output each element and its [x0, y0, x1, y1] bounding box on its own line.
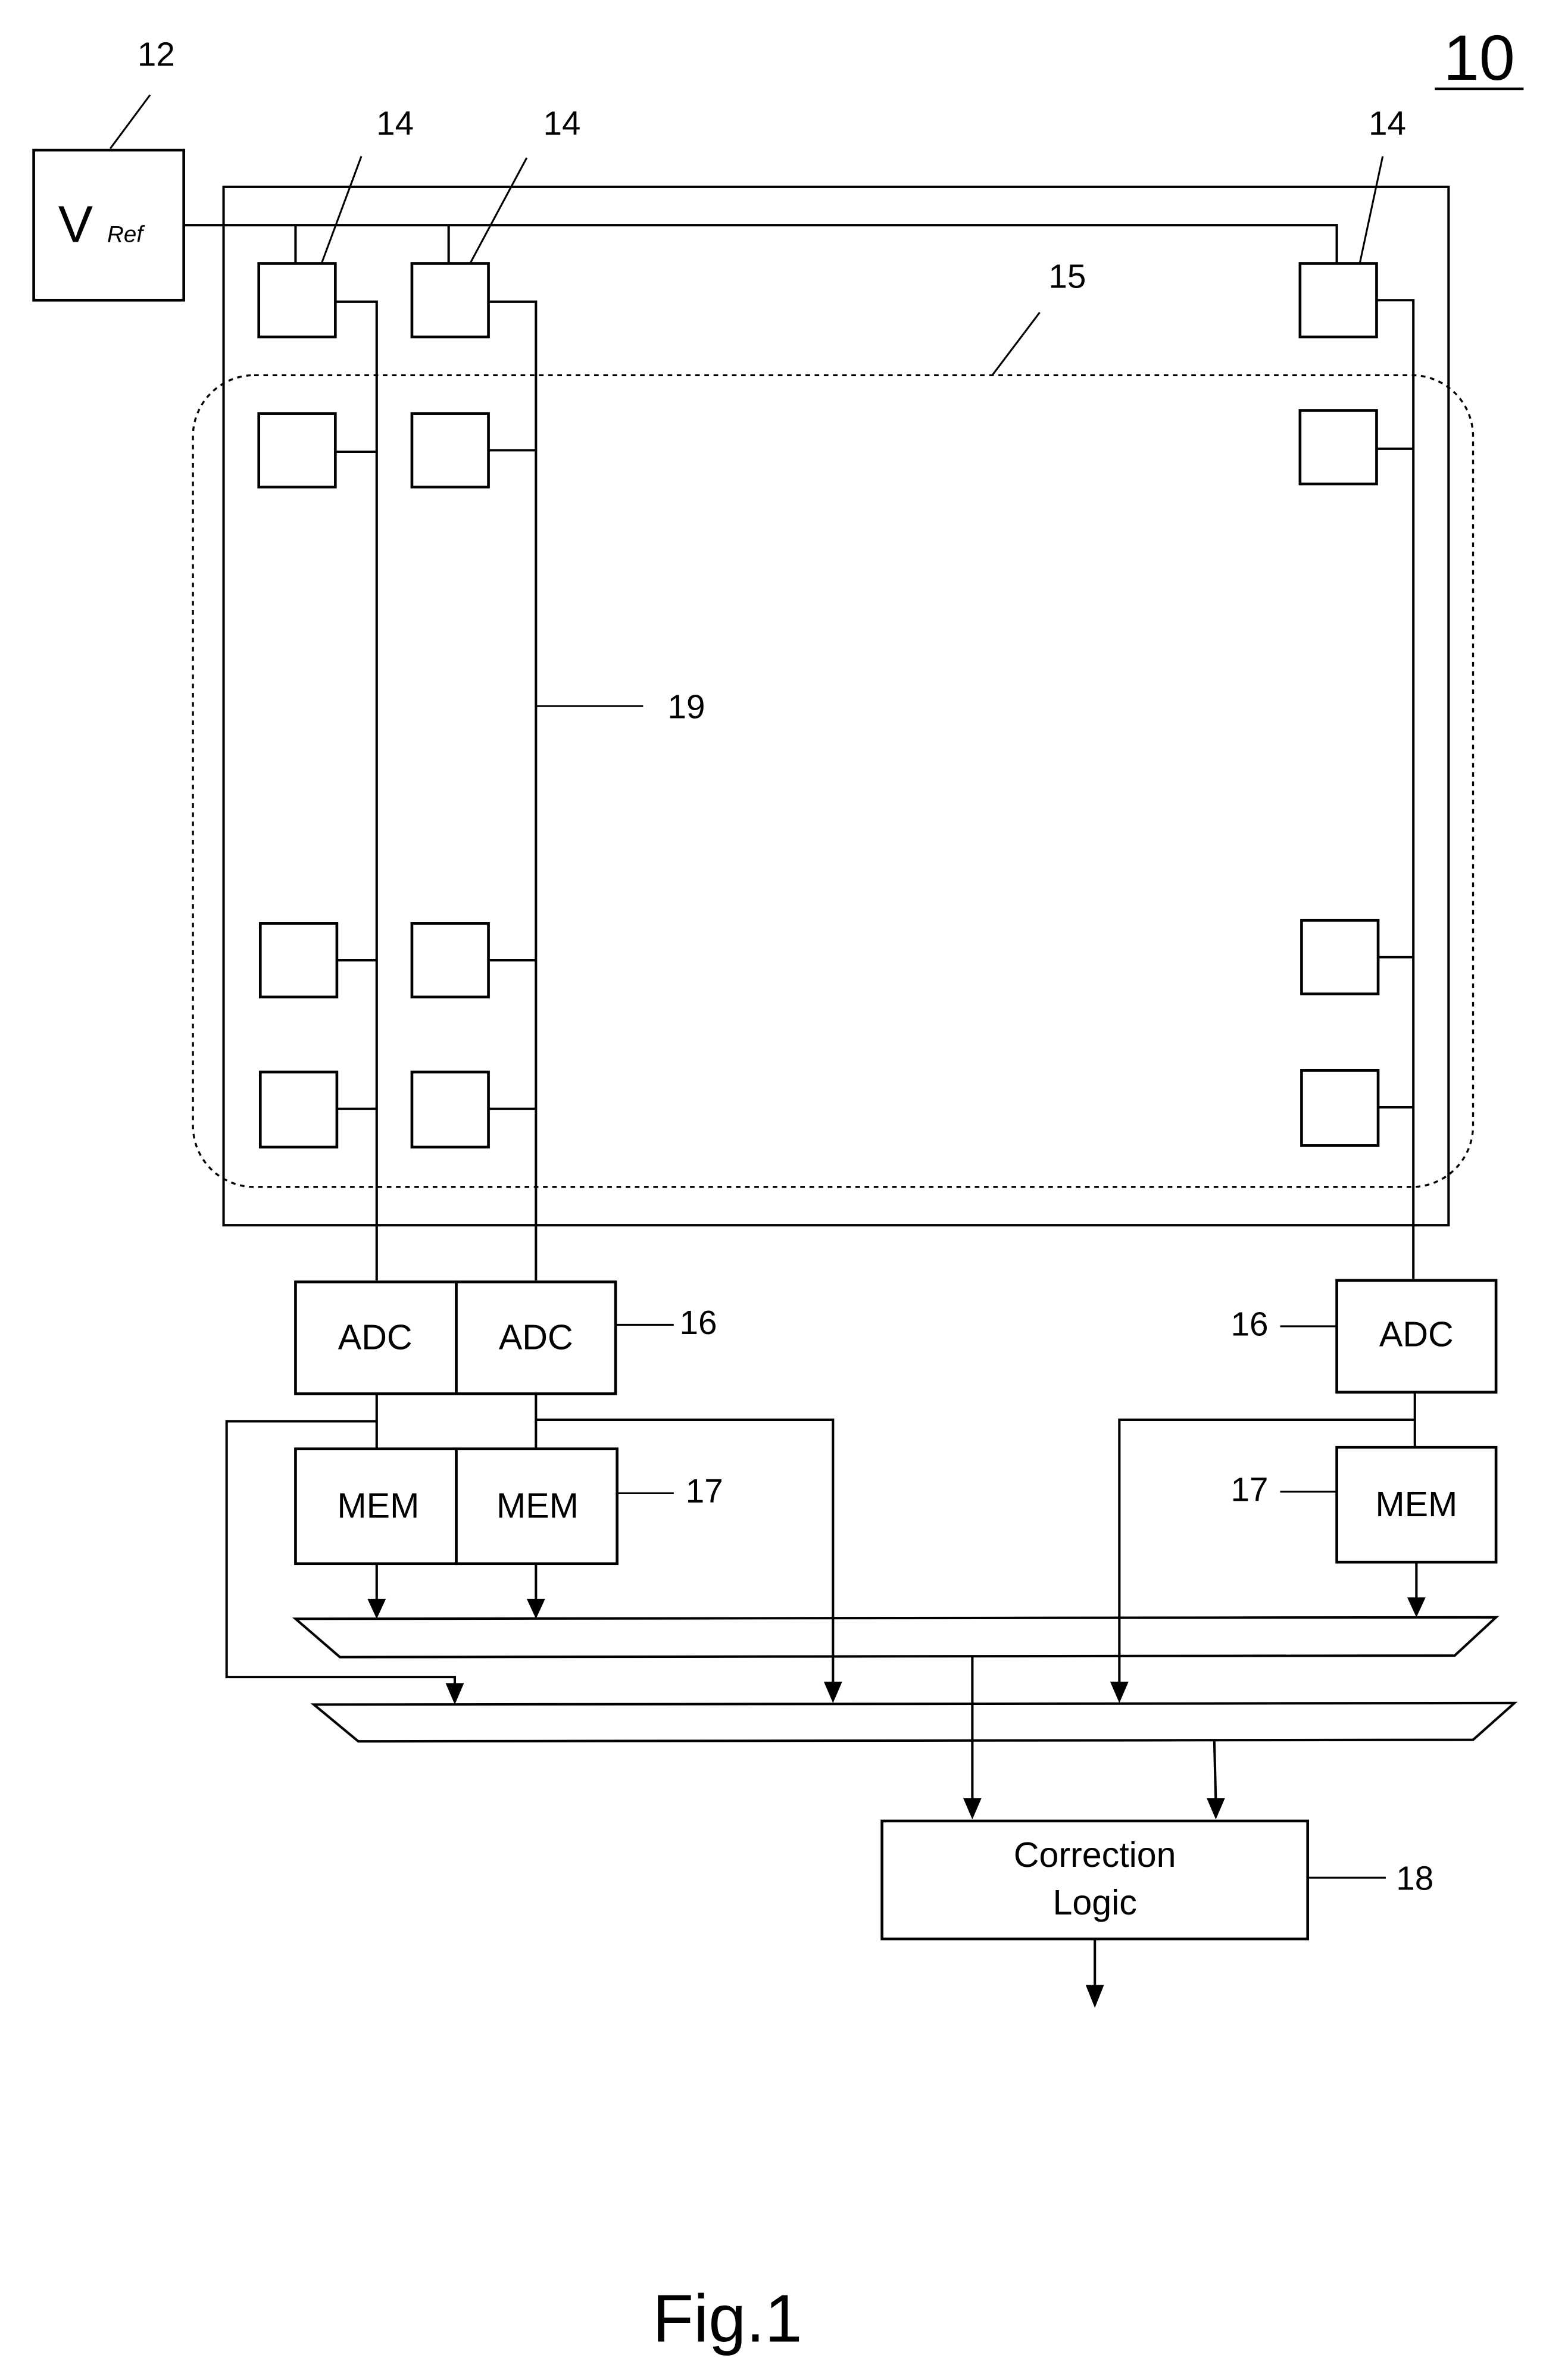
mux-adc-output	[1213, 1739, 1217, 1801]
ref-numeral-15: 15	[1048, 258, 1086, 295]
adc-block-right: ADC 16	[1231, 1279, 1498, 1394]
ref-numeral-17-b: 17	[1231, 1470, 1269, 1508]
mem-label-1: MEM	[337, 1486, 419, 1526]
adc-label-1: ADC	[338, 1317, 413, 1357]
vref-block: V Ref 12	[32, 36, 185, 302]
arrow-down-icon	[1085, 1985, 1104, 2008]
arrow-down-icon	[445, 1683, 464, 1705]
mem-block-left: MEM MEM 17	[294, 1447, 723, 1566]
ref-numeral-19: 19	[668, 688, 705, 726]
ref-numeral-18: 18	[1396, 1860, 1433, 1897]
pixel-cell	[258, 1070, 339, 1149]
correction-logic-block: Correction Logic 18	[880, 1819, 1433, 1941]
reference-cell-n	[1298, 262, 1378, 339]
mem-label-2: MEM	[496, 1486, 579, 1526]
pixel-cell	[1300, 919, 1380, 996]
ref-numeral-14-c: 14	[1369, 104, 1406, 142]
pixel-cell	[1298, 409, 1378, 486]
pixel-cell	[1300, 1069, 1380, 1147]
pixel-cell	[410, 1070, 490, 1149]
arrow-down-icon	[1110, 1681, 1129, 1703]
ref-numeral-16-b: 16	[1231, 1305, 1269, 1342]
multiplexer-memory	[292, 1616, 1500, 1658]
figure-number-text: 10	[1444, 21, 1515, 93]
adc-label-2: ADC	[499, 1317, 573, 1357]
sensor-frame	[222, 185, 1450, 1227]
correction-logic-line1: Correction	[1014, 1835, 1176, 1875]
pixel-cell	[258, 922, 339, 999]
leader-14-b	[469, 157, 528, 264]
leader-15	[991, 311, 1041, 376]
figure-caption: Fig.1	[652, 2281, 802, 2356]
adc-label-n: ADC	[1379, 1314, 1454, 1354]
ref-numeral-14-a: 14	[376, 104, 414, 142]
ref-numeral-17-a: 17	[686, 1472, 723, 1510]
ref-numeral-12: 12	[138, 36, 175, 73]
correction-logic-line2: Logic	[1052, 1882, 1136, 1922]
pixel-cell	[257, 412, 337, 489]
pixel-cell	[410, 412, 490, 489]
ref-numeral-14-b: 14	[544, 104, 581, 142]
arrow-down-icon	[367, 1598, 386, 1619]
arrow-down-icon	[1407, 1597, 1426, 1617]
vref-bus-line	[183, 224, 1338, 264]
vref-main-text: V	[58, 195, 93, 253]
leader-14-c	[1358, 156, 1384, 264]
multiplexer-adc	[310, 1701, 1518, 1743]
mem-label-n: MEM	[1375, 1484, 1457, 1524]
arrow-down-icon	[1206, 1798, 1225, 1820]
reference-cell-1	[257, 262, 337, 339]
column-line-1	[335, 300, 378, 1280]
pixel-array-region	[192, 374, 1475, 1188]
patent-figure: 10 V Ref 12 14 14 14 15 19 ADC ADC 16 AD…	[32, 21, 1524, 2356]
arrow-down-icon	[963, 1798, 982, 1820]
column-line-n	[1376, 299, 1415, 1279]
arrow-down-icon	[526, 1598, 545, 1619]
pixel-cells	[257, 409, 1414, 1149]
pixel-cell	[410, 922, 490, 999]
vref-subscript-text: Ref	[107, 221, 145, 247]
mem-block-right: MEM 17	[1231, 1445, 1498, 1564]
leader-12	[109, 94, 151, 149]
arrow-down-icon	[823, 1681, 842, 1703]
column-line-2	[488, 300, 538, 1280]
reference-cell-2	[410, 262, 490, 339]
figure-number: 10	[1435, 21, 1524, 93]
leader-14-a	[320, 155, 363, 264]
adc-block-left: ADC ADC 16	[294, 1280, 717, 1395]
ref-numeral-16-a: 16	[679, 1304, 717, 1341]
